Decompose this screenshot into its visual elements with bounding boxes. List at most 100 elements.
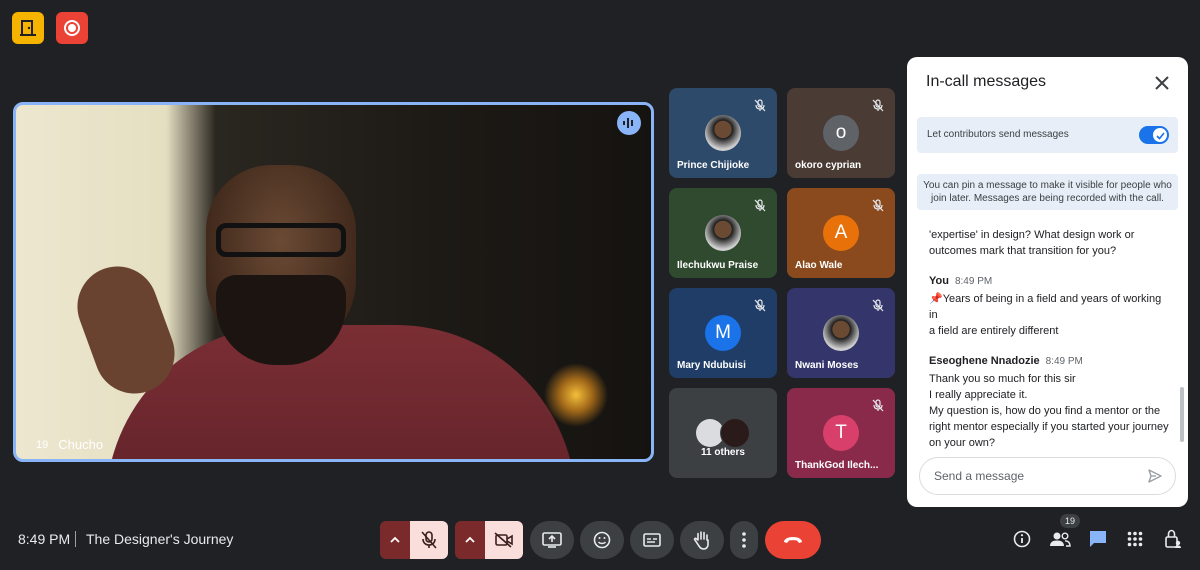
meeting-title: The Designer's Journey	[86, 531, 234, 547]
chevron-up-icon	[465, 536, 475, 543]
lock-person-icon	[1165, 529, 1181, 548]
recording-indicator[interactable]	[56, 12, 88, 44]
captions-icon	[643, 533, 661, 547]
message-text: I really appreciate it.	[929, 389, 1028, 401]
participant-tile[interactable]: A Alao Wale	[787, 188, 895, 278]
more-vert-icon	[742, 532, 746, 548]
pin-icon: 19	[36, 438, 49, 451]
chat-icon	[1090, 531, 1106, 547]
mic-off-icon	[751, 196, 769, 214]
main-speaker-video[interactable]: 19 Chucho	[13, 102, 654, 462]
message-sender: You	[929, 275, 949, 287]
record-icon	[64, 20, 80, 36]
camera-control-group	[455, 521, 523, 559]
message-time: 8:49 PM	[1045, 356, 1083, 367]
mic-options-button[interactable]	[380, 521, 410, 559]
chat-panel: In-call messages Let contributors send m…	[907, 57, 1188, 507]
message-text: right mentor especially if you started y…	[929, 421, 1169, 433]
participant-tile[interactable]: o okoro cyprian	[787, 88, 895, 178]
check-icon	[1153, 128, 1167, 142]
chevron-up-icon	[390, 536, 400, 543]
speaker-shirt	[106, 325, 576, 459]
message-list: 'expertise' in design? What design work …	[929, 227, 1169, 451]
message-text: Thank you so much for this sir	[929, 373, 1076, 385]
speaker-name: Chucho	[58, 437, 104, 452]
chat-scrollbar[interactable]	[1180, 387, 1184, 442]
avatar-initial: M	[705, 315, 741, 351]
info-line: You can pin a message to make it visible…	[923, 180, 1172, 191]
meeting-details-button[interactable]	[1009, 526, 1035, 552]
mic-off-icon	[869, 396, 887, 414]
mic-toggle-button[interactable]	[410, 521, 448, 559]
door-icon	[20, 20, 36, 36]
message-time: 8:49 PM	[954, 276, 993, 287]
pin-info-box: You can pin a message to make it visible…	[917, 174, 1178, 210]
present-screen-icon	[542, 532, 562, 548]
participant-name: ThankGod Ilech...	[795, 460, 879, 471]
participant-name: okoro cyprian	[795, 160, 862, 171]
reactions-button[interactable]	[580, 521, 624, 559]
activities-button[interactable]	[12, 12, 44, 44]
mic-control-group	[380, 521, 448, 559]
participant-name: Nwani Moses	[795, 360, 859, 371]
chat-button[interactable]	[1085, 526, 1111, 552]
divider	[75, 531, 76, 547]
message-text: 📌Years of being in a field and years of …	[929, 293, 1162, 321]
info-icon	[1013, 530, 1031, 548]
chat-panel-title: In-call messages	[926, 73, 1047, 90]
people-icon	[1050, 532, 1071, 547]
participant-name: 11 others	[701, 447, 745, 458]
contributor-messages-setting: Let contributors send messages	[917, 117, 1178, 153]
camera-options-button[interactable]	[455, 521, 485, 559]
avatar-photo	[823, 315, 859, 351]
speaking-indicator-icon	[617, 111, 641, 135]
others-avatars	[693, 415, 753, 451]
message-sender: Eseoghene Nnadozie	[929, 355, 1040, 367]
activities-grid-button[interactable]	[1122, 526, 1148, 552]
participant-name: Prince Chijioke	[677, 160, 750, 171]
participant-tile[interactable]: Prince Chijioke	[669, 88, 777, 178]
participant-name: Alao Wale	[795, 260, 843, 271]
speaker-glasses	[216, 223, 346, 257]
avatar-photo	[705, 115, 741, 151]
phone-hangup-icon	[784, 537, 802, 543]
message-composer	[919, 457, 1176, 495]
mic-off-icon	[869, 296, 887, 314]
send-icon[interactable]	[1147, 468, 1163, 489]
grid-icon	[1127, 531, 1143, 547]
raise-hand-button[interactable]	[680, 521, 724, 559]
emoji-icon	[593, 531, 611, 549]
avatar-initial: o	[823, 115, 859, 151]
present-button[interactable]	[530, 521, 574, 559]
avatar-photo	[705, 215, 741, 251]
host-controls-button[interactable]	[1160, 526, 1186, 552]
message-text: a field are entirely different	[929, 325, 1059, 337]
info-line: join later. Messages are being recorded …	[931, 193, 1164, 204]
hand-icon	[693, 531, 709, 550]
more-options-button[interactable]	[730, 521, 758, 559]
camera-toggle-button[interactable]	[485, 521, 523, 559]
avatar-initial: T	[823, 415, 859, 451]
avatar-initial: A	[823, 215, 859, 251]
participant-tile[interactable]: Ilechukwu Praise	[669, 188, 777, 278]
participant-name: Mary Ndubuisi	[677, 360, 746, 371]
mic-off-icon	[421, 531, 437, 549]
speaker-name-label: 19 Chucho	[36, 437, 103, 452]
mic-off-icon	[751, 296, 769, 314]
participant-name: Ilechukwu Praise	[677, 260, 759, 271]
captions-button[interactable]	[630, 521, 674, 559]
participant-tile[interactable]: 11 others	[669, 388, 777, 478]
camera-off-icon	[494, 532, 513, 548]
close-icon[interactable]	[1150, 71, 1174, 95]
participant-tile[interactable]: M Mary Ndubuisi	[669, 288, 777, 378]
send-message-input[interactable]	[932, 468, 1136, 484]
meeting-time: 8:49 PM	[18, 531, 71, 547]
leave-call-button[interactable]	[765, 521, 821, 559]
participant-tile[interactable]: Nwani Moses	[787, 288, 895, 378]
participant-tile[interactable]: T ThankGod Ilech...	[787, 388, 895, 478]
message-text: 'expertise' in design? What design work …	[929, 229, 1135, 241]
people-button[interactable]	[1047, 526, 1073, 552]
mic-off-icon	[869, 196, 887, 214]
mic-off-icon	[751, 96, 769, 114]
contributor-messages-toggle[interactable]	[1139, 126, 1169, 144]
